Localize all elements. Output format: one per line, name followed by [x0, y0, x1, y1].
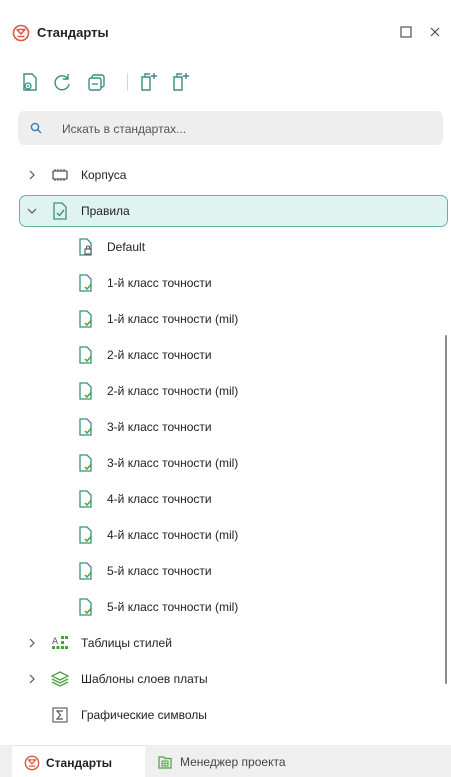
- tree-item-label: 1-й класс точности: [107, 276, 212, 290]
- checked-document-icon: [79, 274, 93, 292]
- tree-item-rule[interactable]: 3-й класс точности (mil): [0, 448, 440, 478]
- checked-document-icon: [79, 562, 93, 580]
- tree-item-label: Правила: [81, 204, 130, 218]
- tree-item-label: Графические символы: [81, 708, 207, 722]
- tree-item-label: Default: [107, 240, 146, 254]
- view-document-icon[interactable]: [19, 71, 41, 93]
- sigma-symbol-icon: [52, 707, 68, 723]
- add-folder-icon[interactable]: [170, 71, 192, 93]
- toolbar: [0, 64, 451, 104]
- chevron-right-icon[interactable]: [26, 169, 38, 181]
- tree-item-rule[interactable]: 1-й класс точности: [0, 268, 445, 298]
- tree-item-label: 1-й класс точности (mil): [107, 312, 239, 326]
- tree-item-label: 3-й класс точности: [107, 420, 212, 434]
- project-manager-icon: [158, 756, 172, 769]
- tab-label: Менеджер проекта: [180, 755, 286, 769]
- tree-item-label: Корпуса: [81, 168, 127, 182]
- checked-document-icon: [79, 382, 93, 400]
- rules-folder-icon: [53, 202, 67, 220]
- vertical-scrollbar[interactable]: [445, 335, 447, 684]
- tree-item-label: 4-й класс точности: [107, 492, 212, 506]
- checked-document-icon: [79, 418, 93, 436]
- chevron-right-icon[interactable]: [26, 637, 38, 649]
- locked-document-icon: [79, 238, 92, 256]
- tree-item-rule-default[interactable]: Default: [0, 232, 445, 262]
- chip-package-icon: [52, 169, 68, 181]
- tree-item-rule[interactable]: 2-й класс точности (mil): [0, 376, 440, 406]
- tree-item-label: 5-й класс точности: [107, 564, 212, 578]
- panel-header: Стандарты: [0, 0, 451, 64]
- tree-item-rule[interactable]: 5-й класс точности (mil): [0, 592, 440, 622]
- tree-item-rule[interactable]: 4-й класс точности (mil): [0, 520, 440, 550]
- style-table-icon: A: [52, 636, 68, 649]
- collapse-all-icon[interactable]: [86, 71, 108, 93]
- checked-document-icon: [79, 490, 93, 508]
- checked-document-icon: [79, 310, 93, 328]
- chevron-down-icon[interactable]: [26, 205, 38, 217]
- tab-standards[interactable]: Стандарты: [12, 745, 145, 777]
- checked-document-icon: [79, 346, 93, 364]
- search-input[interactable]: [60, 111, 434, 147]
- close-icon[interactable]: [428, 25, 442, 39]
- tree-item-rule[interactable]: 2-й класс точности: [0, 340, 440, 370]
- search-icon: [30, 122, 42, 134]
- add-item-icon[interactable]: [138, 71, 160, 93]
- checked-document-icon: [79, 454, 93, 472]
- tab-label: Стандарты: [46, 756, 113, 770]
- search-box: [18, 111, 443, 147]
- maximize-icon[interactable]: [399, 25, 413, 39]
- toolbar-separator: [127, 73, 128, 91]
- tree-item-rule[interactable]: 1-й класс точности (mil): [0, 304, 445, 334]
- tree-item-label: 2-й класс точности: [107, 348, 212, 362]
- tree-item-label: Шаблоны слоев платы: [81, 672, 208, 686]
- tree-item-label: 3-й класс точности (mil): [107, 456, 239, 470]
- standards-icon: [24, 755, 40, 771]
- refresh-icon[interactable]: [51, 71, 73, 93]
- checked-document-icon: [79, 526, 93, 544]
- panel-title: Стандарты: [37, 25, 109, 40]
- tree-item-label: 4-й класс точности (mil): [107, 528, 239, 542]
- tree-item-graphic-symbols[interactable]: Графические символы: [0, 700, 440, 730]
- tree-item-rule[interactable]: 5-й класс точности: [0, 556, 440, 586]
- tree-item-label: Таблицы стилей: [81, 636, 172, 650]
- chevron-right-icon[interactable]: [26, 673, 38, 685]
- layers-icon: [50, 671, 70, 687]
- tree-item-label: 2-й класс точности (mil): [107, 384, 239, 398]
- tree-item-rule[interactable]: 4-й класс точности: [0, 484, 440, 514]
- tree-item-rule[interactable]: 3-й класс точности: [0, 412, 440, 442]
- tree-item-label: 5-й класс точности (mil): [107, 600, 239, 614]
- svg-text:A: A: [52, 637, 59, 647]
- tab-project-manager[interactable]: Менеджер проекта: [150, 745, 350, 777]
- bottom-tabs: Стандарты Менеджер проекта: [0, 745, 451, 777]
- standards-icon: [12, 24, 30, 42]
- checked-document-icon: [79, 598, 93, 616]
- tree-item-rules[interactable]: Правила: [19, 196, 448, 226]
- tree-item-layer-templates[interactable]: Шаблоны слоев платы: [0, 664, 440, 694]
- tree-item-housings[interactable]: Корпуса: [0, 160, 445, 190]
- tree-item-style-tables[interactable]: A Таблицы стилей: [0, 628, 440, 658]
